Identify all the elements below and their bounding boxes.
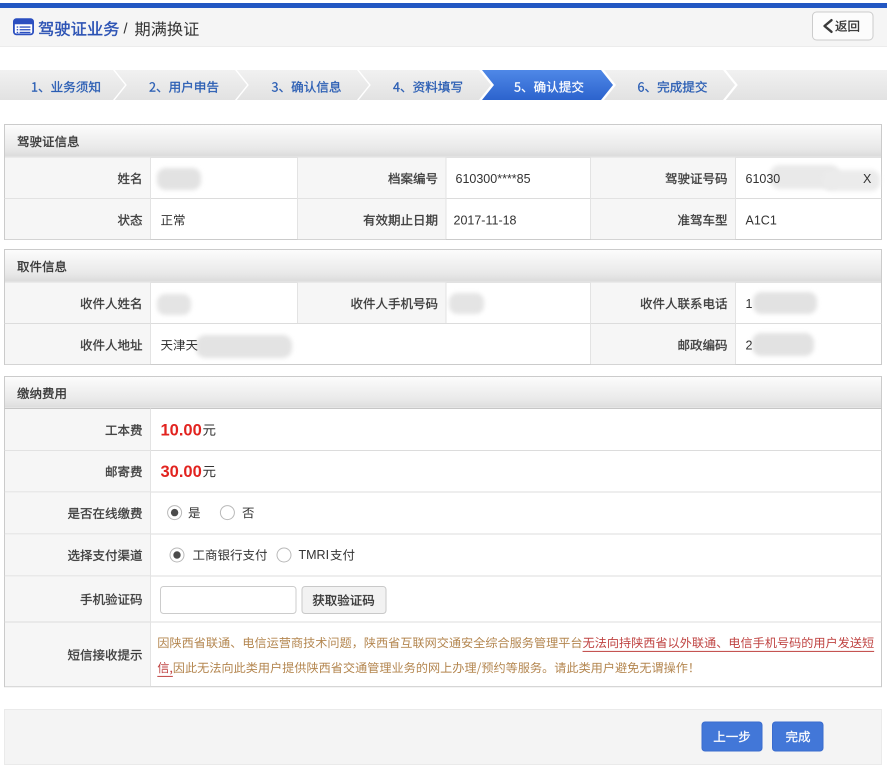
- svg-text:61030: 61030: [746, 172, 781, 186]
- svg-text:TMRI: TMRI: [299, 548, 330, 562]
- svg-text:610300****85: 610300****85: [456, 172, 531, 186]
- svg-text:X: X: [863, 172, 872, 186]
- svg-text:2: 2: [746, 338, 753, 352]
- svg-text:2017-11-18: 2017-11-18: [454, 213, 517, 227]
- svg-text:30.00: 30.00: [161, 463, 202, 481]
- svg-text:10.00: 10.00: [161, 421, 202, 439]
- svg-text:A1C1: A1C1: [746, 213, 777, 227]
- svg-text:1: 1: [746, 297, 753, 311]
